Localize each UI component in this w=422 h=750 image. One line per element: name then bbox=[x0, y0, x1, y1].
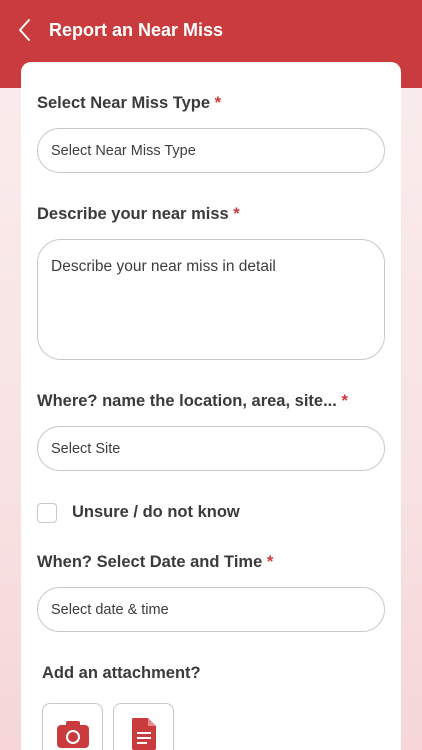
datetime-label-text: When? Select Date and Time bbox=[37, 553, 263, 571]
description-placeholder: Describe your near miss in detail bbox=[51, 258, 276, 275]
document-attach-button[interactable] bbox=[113, 703, 174, 750]
datetime-placeholder: Select date & time bbox=[51, 601, 169, 618]
near-miss-type-select[interactable]: Select Near Miss Type bbox=[37, 128, 385, 173]
required-mark: * bbox=[214, 94, 222, 112]
description-label: Describe your near miss * bbox=[37, 204, 240, 224]
document-icon bbox=[131, 717, 156, 750]
type-label-text: Select Near Miss Type bbox=[37, 94, 211, 112]
location-label: Where? name the location, area, site... … bbox=[37, 391, 348, 411]
description-label-text: Describe your near miss bbox=[37, 205, 229, 223]
page-title: Report an Near Miss bbox=[49, 20, 224, 40]
camera-icon bbox=[56, 720, 89, 748]
unsure-label[interactable]: Unsure / do not know bbox=[72, 502, 240, 522]
location-label-text: Where? name the location, area, site... bbox=[37, 392, 337, 410]
datetime-label: When? Select Date and Time * bbox=[37, 552, 273, 572]
description-textarea[interactable]: Describe your near miss in detail bbox=[37, 239, 385, 360]
type-label: Select Near Miss Type * bbox=[37, 93, 221, 113]
camera-attach-button[interactable] bbox=[42, 703, 103, 750]
datetime-select[interactable]: Select date & time bbox=[37, 587, 385, 632]
required-mark: * bbox=[341, 392, 348, 410]
near-miss-type-placeholder: Select Near Miss Type bbox=[51, 142, 196, 159]
required-mark: * bbox=[266, 553, 274, 571]
attachment-label: Add an attachment? bbox=[42, 664, 201, 682]
unsure-checkbox[interactable] bbox=[37, 503, 57, 523]
site-select[interactable]: Select Site bbox=[37, 426, 385, 471]
site-placeholder: Select Site bbox=[51, 440, 121, 457]
required-mark: * bbox=[233, 205, 240, 223]
chevron-left-icon[interactable] bbox=[16, 17, 38, 43]
